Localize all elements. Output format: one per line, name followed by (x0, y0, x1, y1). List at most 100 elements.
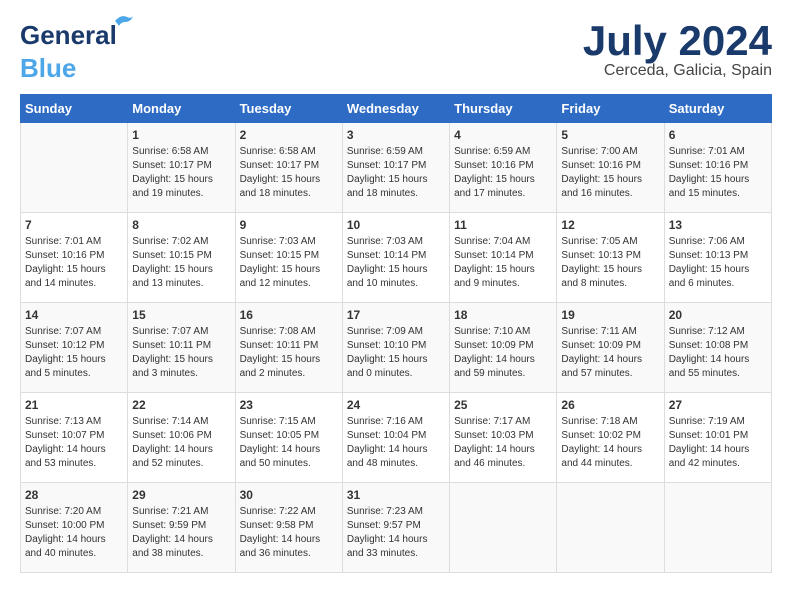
day-content: Sunrise: 7:10 AM Sunset: 10:09 PM Daylig… (454, 325, 552, 381)
week-row-2: 7 Sunrise: 7:01 AM Sunset: 10:16 PM Dayli… (21, 213, 772, 303)
day-content: Sunrise: 7:20 AM Sunset: 10:00 PM Daylig… (25, 505, 123, 561)
day-content: Sunrise: 6:58 AM Sunset: 10:17 PM Daylig… (240, 145, 338, 201)
day-number: 12 (561, 218, 659, 232)
day-header-sunday: Sunday (21, 95, 128, 123)
calendar-cell: 10Sunrise: 7:03 AM Sunset: 10:14 PM Dayl… (342, 213, 449, 303)
day-number: 15 (132, 308, 230, 322)
day-content: Sunrise: 7:09 AM Sunset: 10:10 PM Daylig… (347, 325, 445, 381)
logo-blue: Blue (20, 53, 76, 83)
day-content: Sunrise: 7:19 AM Sunset: 10:01 PM Daylig… (669, 415, 767, 471)
day-number: 22 (132, 398, 230, 412)
calendar-cell: 31Sunrise: 7:23 AM Sunset: 9:57 PM Dayli… (342, 483, 449, 573)
calendar-cell: 6Sunrise: 7:01 AM Sunset: 10:16 PM Dayli… (664, 123, 771, 213)
calendar-cell (664, 483, 771, 573)
page-header: General Blue July 2024 Cerceda, Galicia,… (20, 20, 772, 84)
calendar-header-row: SundayMondayTuesdayWednesdayThursdayFrid… (21, 95, 772, 123)
day-header-monday: Monday (128, 95, 235, 123)
day-number: 11 (454, 218, 552, 232)
calendar-cell: 29 Sunrise: 7:21 AM Sunset: 9:59 PM Dayli… (128, 483, 235, 573)
day-number: 18 (454, 308, 552, 322)
day-content: Sunrise: 7:12 AM Sunset: 10:08 PM Daylig… (669, 325, 767, 381)
logo: General Blue (20, 20, 117, 84)
day-content: Sunrise: 7:15 AM Sunset: 10:05 PM Daylig… (240, 415, 338, 471)
day-number: 26 (561, 398, 659, 412)
calendar-cell (557, 483, 664, 573)
day-content: Sunrise: 7:21 AM Sunset: 9:59 PM Dayligh… (132, 505, 230, 561)
day-content: Sunrise: 6:59 AM Sunset: 10:16 PM Daylig… (454, 145, 552, 201)
day-content: Sunrise: 7:13 AM Sunset: 10:07 PM Daylig… (25, 415, 123, 471)
day-content: Sunrise: 7:07 AM Sunset: 10:12 PM Daylig… (25, 325, 123, 381)
location: Cerceda, Galicia, Spain (583, 62, 772, 80)
day-header-friday: Friday (557, 95, 664, 123)
day-number: 7 (25, 218, 123, 232)
day-content: Sunrise: 7:14 AM Sunset: 10:06 PM Daylig… (132, 415, 230, 471)
day-content: Sunrise: 7:22 AM Sunset: 9:58 PM Dayligh… (240, 505, 338, 561)
calendar-cell: 18 Sunrise: 7:10 AM Sunset: 10:09 PM Dayl… (450, 303, 557, 393)
calendar-cell: 24 Sunrise: 7:16 AM Sunset: 10:04 PM Dayl… (342, 393, 449, 483)
day-content: Sunrise: 7:03 AM Sunset: 10:15 PM Daylig… (240, 235, 338, 291)
day-number: 24 (347, 398, 445, 412)
calendar-cell: 19 Sunrise: 7:11 AM Sunset: 10:09 PM Dayl… (557, 303, 664, 393)
month-title: July 2024 (583, 20, 772, 62)
day-number: 9 (240, 218, 338, 232)
day-header-thursday: Thursday (450, 95, 557, 123)
calendar-cell: 11 Sunrise: 7:04 AM Sunset: 10:14 PM Dayl… (450, 213, 557, 303)
calendar-cell: 27Sunrise: 7:19 AM Sunset: 10:01 PM Dayl… (664, 393, 771, 483)
calendar-cell: 4 Sunrise: 6:59 AM Sunset: 10:16 PM Dayli… (450, 123, 557, 213)
day-content: Sunrise: 7:00 AM Sunset: 10:16 PM Daylig… (561, 145, 659, 201)
day-content: Sunrise: 7:04 AM Sunset: 10:14 PM Daylig… (454, 235, 552, 291)
calendar-cell: 16 Sunrise: 7:08 AM Sunset: 10:11 PM Dayl… (235, 303, 342, 393)
day-header-saturday: Saturday (664, 95, 771, 123)
day-number: 10 (347, 218, 445, 232)
day-number: 16 (240, 308, 338, 322)
day-content: Sunrise: 7:06 AM Sunset: 10:13 PM Daylig… (669, 235, 767, 291)
day-number: 4 (454, 128, 552, 142)
calendar-cell: 22 Sunrise: 7:14 AM Sunset: 10:06 PM Dayl… (128, 393, 235, 483)
day-number: 14 (25, 308, 123, 322)
day-content: Sunrise: 7:07 AM Sunset: 10:11 PM Daylig… (132, 325, 230, 381)
calendar-cell: 7 Sunrise: 7:01 AM Sunset: 10:16 PM Dayli… (21, 213, 128, 303)
calendar-cell: 15 Sunrise: 7:07 AM Sunset: 10:11 PM Dayl… (128, 303, 235, 393)
day-content: Sunrise: 7:02 AM Sunset: 10:15 PM Daylig… (132, 235, 230, 291)
day-number: 19 (561, 308, 659, 322)
day-header-wednesday: Wednesday (342, 95, 449, 123)
calendar-cell: 13 Sunrise: 7:06 AM Sunset: 10:13 PM Dayl… (664, 213, 771, 303)
day-number: 29 (132, 488, 230, 502)
calendar-cell: 14 Sunrise: 7:07 AM Sunset: 10:12 PM Dayl… (21, 303, 128, 393)
day-content: Sunrise: 6:58 AM Sunset: 10:17 PM Daylig… (132, 145, 230, 201)
day-content: Sunrise: 7:11 AM Sunset: 10:09 PM Daylig… (561, 325, 659, 381)
week-row-3: 14 Sunrise: 7:07 AM Sunset: 10:12 PM Dayl… (21, 303, 772, 393)
day-number: 13 (669, 218, 767, 232)
logo-general: General (20, 20, 117, 50)
day-number: 28 (25, 488, 123, 502)
calendar-cell: 3Sunrise: 6:59 AM Sunset: 10:17 PM Dayli… (342, 123, 449, 213)
calendar-cell: 2Sunrise: 6:58 AM Sunset: 10:17 PM Dayli… (235, 123, 342, 213)
calendar-table: SundayMondayTuesdayWednesdayThursdayFrid… (20, 94, 772, 573)
day-content: Sunrise: 6:59 AM Sunset: 10:17 PM Daylig… (347, 145, 445, 201)
calendar-cell: 20 Sunrise: 7:12 AM Sunset: 10:08 PM Dayl… (664, 303, 771, 393)
calendar-cell: 1 Sunrise: 6:58 AM Sunset: 10:17 PM Dayli… (128, 123, 235, 213)
calendar-cell: 25 Sunrise: 7:17 AM Sunset: 10:03 PM Dayl… (450, 393, 557, 483)
day-content: Sunrise: 7:23 AM Sunset: 9:57 PM Dayligh… (347, 505, 445, 561)
calendar-cell (21, 123, 128, 213)
day-number: 8 (132, 218, 230, 232)
day-content: Sunrise: 7:18 AM Sunset: 10:02 PM Daylig… (561, 415, 659, 471)
calendar-cell: 9 Sunrise: 7:03 AM Sunset: 10:15 PM Dayli… (235, 213, 342, 303)
day-content: Sunrise: 7:16 AM Sunset: 10:04 PM Daylig… (347, 415, 445, 471)
day-number: 1 (132, 128, 230, 142)
day-content: Sunrise: 7:17 AM Sunset: 10:03 PM Daylig… (454, 415, 552, 471)
calendar-cell: 30Sunrise: 7:22 AM Sunset: 9:58 PM Dayli… (235, 483, 342, 573)
day-number: 25 (454, 398, 552, 412)
day-number: 5 (561, 128, 659, 142)
calendar-cell: 28 Sunrise: 7:20 AM Sunset: 10:00 PM Dayl… (21, 483, 128, 573)
day-number: 20 (669, 308, 767, 322)
day-header-tuesday: Tuesday (235, 95, 342, 123)
day-content: Sunrise: 7:01 AM Sunset: 10:16 PM Daylig… (25, 235, 123, 291)
day-content: Sunrise: 7:08 AM Sunset: 10:11 PM Daylig… (240, 325, 338, 381)
title-block: July 2024 Cerceda, Galicia, Spain (583, 20, 772, 80)
day-content: Sunrise: 7:01 AM Sunset: 10:16 PM Daylig… (669, 145, 767, 201)
calendar-cell: 23Sunrise: 7:15 AM Sunset: 10:05 PM Dayl… (235, 393, 342, 483)
day-number: 21 (25, 398, 123, 412)
calendar-cell: 21 Sunrise: 7:13 AM Sunset: 10:07 PM Dayl… (21, 393, 128, 483)
calendar-cell: 8 Sunrise: 7:02 AM Sunset: 10:15 PM Dayli… (128, 213, 235, 303)
